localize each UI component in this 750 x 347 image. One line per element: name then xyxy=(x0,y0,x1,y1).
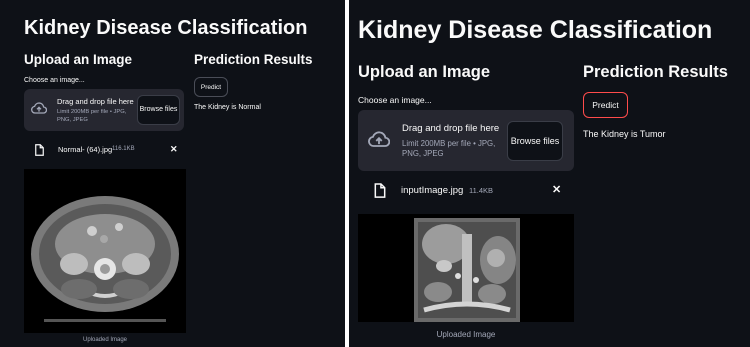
uploaded-ct-image xyxy=(24,169,186,333)
image-caption: Uploaded Image xyxy=(82,337,128,343)
browse-files-button[interactable]: Browse files xyxy=(137,95,180,125)
uploaded-file-size: 11.4KB xyxy=(469,186,494,195)
predict-button[interactable]: Predict xyxy=(194,77,228,97)
upload-heading: Upload an Image xyxy=(24,52,133,67)
results-heading: Prediction Results xyxy=(194,52,313,67)
uploader-label: Choose an image... xyxy=(24,77,85,84)
file-icon xyxy=(35,144,44,156)
prediction-result: The Kidney is Normal xyxy=(194,104,261,111)
predict-button[interactable]: Predict xyxy=(583,92,628,118)
close-icon[interactable]: ✕ xyxy=(170,144,178,155)
uploaded-ct-image xyxy=(358,214,574,322)
left-app-screenshot: Kidney Disease Classification Upload an … xyxy=(0,0,345,347)
upload-heading: Upload an Image xyxy=(358,63,491,81)
page-title: Kidney Disease Classification xyxy=(24,17,308,39)
uploaded-file-name: inputImage.jpg xyxy=(401,185,464,196)
close-icon[interactable]: ✕ xyxy=(552,183,561,196)
dropzone-limit: Limit 200MB per file • JPG, PNG, JPEG xyxy=(57,109,127,123)
browse-files-button[interactable]: Browse files xyxy=(507,121,563,161)
ct-scan-axial-graphic xyxy=(31,196,179,322)
ct-scan-coronal-graphic xyxy=(414,218,520,322)
prediction-result: The Kidney is Tumor xyxy=(583,129,666,139)
image-caption: Uploaded Image xyxy=(436,330,496,339)
file-dropzone[interactable]: Drag and drop file here Limit 200MB per … xyxy=(358,110,574,171)
cloud-upload-icon xyxy=(368,131,390,147)
uploader-label: Choose an image... xyxy=(358,95,432,105)
results-heading: Prediction Results xyxy=(583,63,728,81)
dropzone-title: Drag and drop file here xyxy=(57,97,134,106)
uploaded-file-name: Normal- (64).jpg xyxy=(58,145,113,154)
uploaded-file-size: 116.1KB xyxy=(112,146,135,152)
file-icon xyxy=(374,183,386,198)
dropzone-title: Drag and drop file here xyxy=(402,123,500,134)
file-dropzone[interactable]: Drag and drop file here Limit 200MB per … xyxy=(24,89,184,131)
page-title: Kidney Disease Classification xyxy=(358,16,713,44)
dropzone-limit: Limit 200MB per file • JPG, PNG, JPEG xyxy=(402,139,496,159)
cloud-upload-icon xyxy=(31,102,47,114)
right-app-screenshot: Kidney Disease Classification Upload an … xyxy=(349,0,750,347)
